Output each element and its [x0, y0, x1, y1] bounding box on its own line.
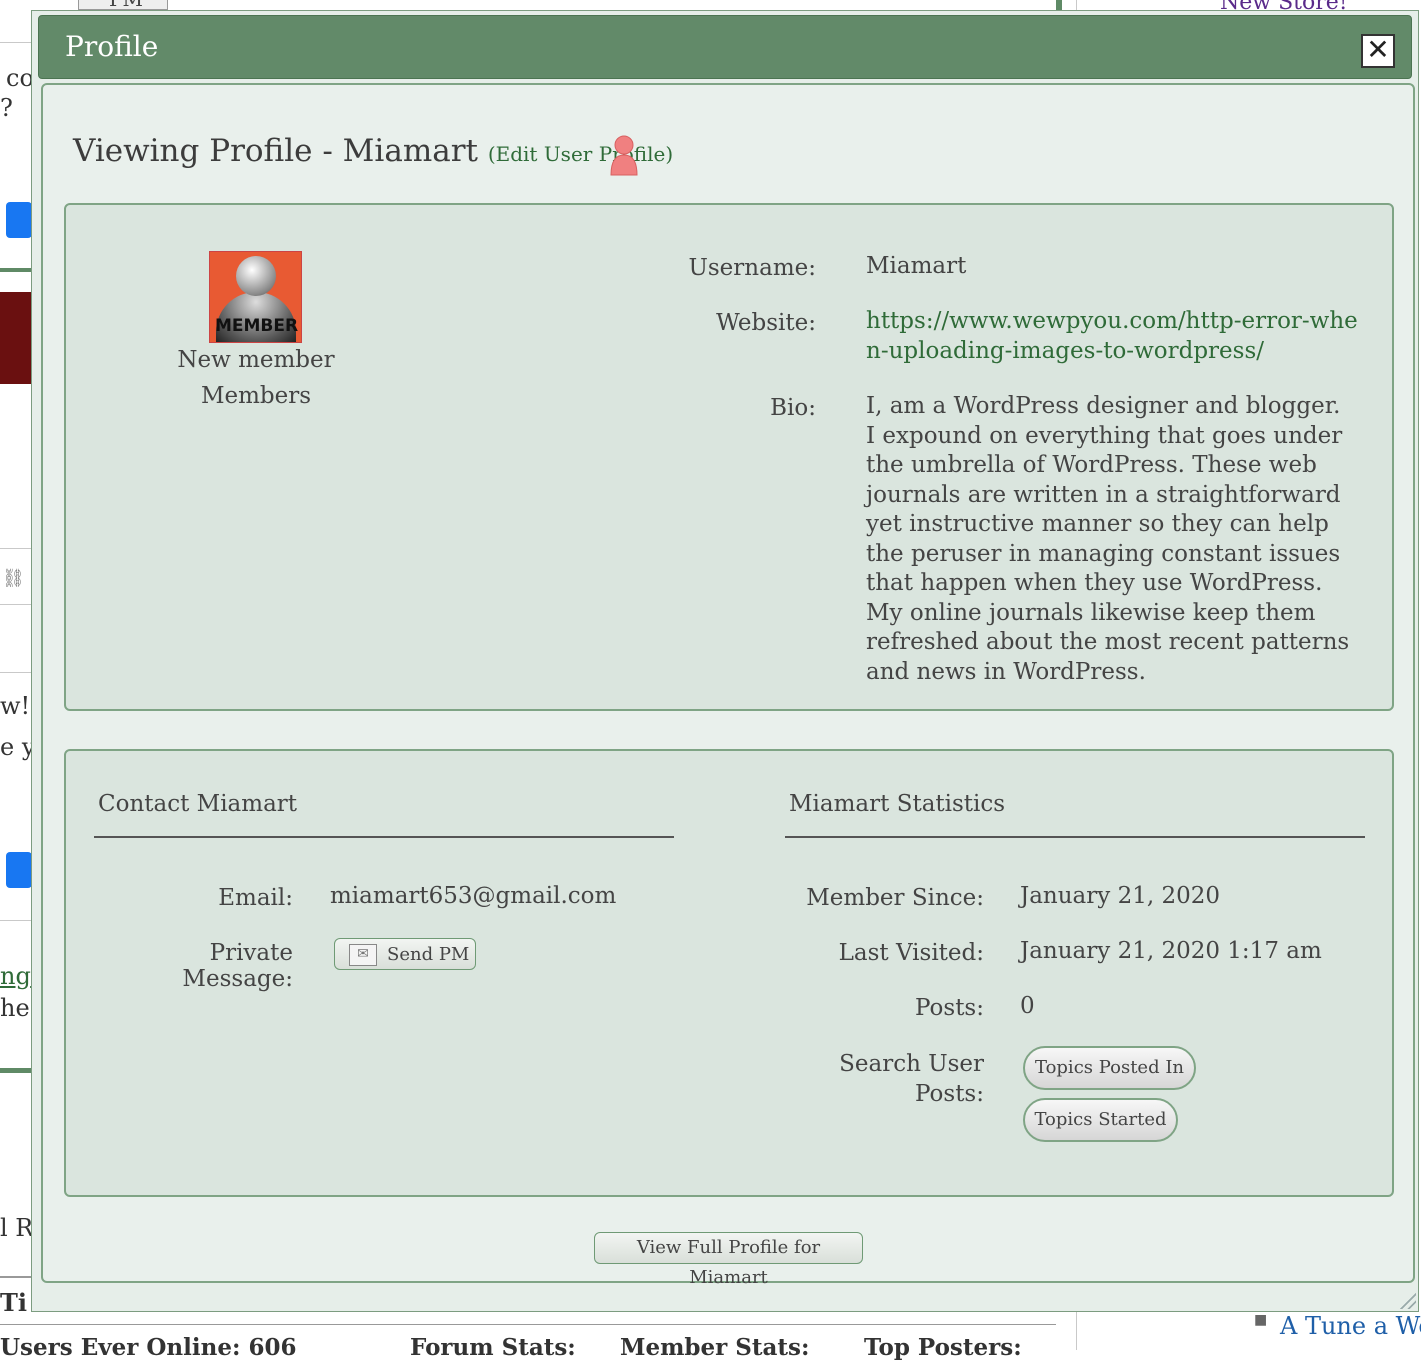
username-label: Username: — [688, 255, 817, 281]
background-divider — [0, 920, 31, 921]
website-link[interactable]: https://www.wewpyou.com/http-error-when-… — [866, 308, 1358, 364]
avatar-head — [236, 256, 276, 296]
topics-started-button[interactable]: Topics Started — [1023, 1098, 1178, 1142]
stats-divider — [785, 836, 1365, 838]
view-full-profile-button[interactable]: View Full Profile for Miamart — [594, 1232, 863, 1288]
background-text: Ti — [0, 1288, 27, 1317]
posts-value: 0 — [1020, 993, 1035, 1019]
private-message-label: Private Message: — [182, 940, 293, 992]
background-divider — [0, 1324, 1056, 1325]
envelope-icon: ✉ — [349, 944, 377, 966]
background-image — [0, 292, 31, 384]
background-link[interactable]: ng — [0, 962, 31, 990]
background-share-button[interactable] — [6, 852, 32, 888]
profile-info-panel: MEMBER New member Members Username: Miam… — [64, 203, 1394, 711]
avatar: MEMBER — [209, 251, 302, 343]
background-text: w! — [0, 692, 31, 720]
email-label: Email: — [218, 885, 293, 911]
avatar-label: MEMBER — [214, 316, 299, 336]
send-pm-label: Send PM — [387, 944, 470, 965]
dialog-title-bar[interactable]: Profile ✕ — [38, 15, 1412, 79]
email-value[interactable]: miamart653@gmail.com — [330, 882, 616, 912]
background-text: Top Posters: — [864, 1334, 1022, 1361]
profile-heading: Viewing Profile - Miamart (Edit User Pro… — [73, 133, 673, 169]
search-user-posts-label: Search User Posts: — [839, 1051, 984, 1107]
posts-label: Posts: — [915, 995, 984, 1021]
close-icon[interactable]: ✕ — [1361, 34, 1395, 68]
member-since-value: January 21, 2020 — [1020, 883, 1220, 909]
member-since-label: Member Since: — [806, 885, 984, 911]
link-icon[interactable]: ⛓ — [2, 568, 25, 589]
background-text: ? — [0, 94, 13, 122]
edit-profile-link[interactable]: (Edit User Profile) — [488, 142, 673, 166]
background-border — [0, 1068, 31, 1073]
contact-stats-panel: Contact Miamart Email: miamart653@gmail.… — [64, 749, 1394, 1197]
background-text: Users Ever Online: 606 — [0, 1334, 297, 1361]
profile-heading-text: Viewing Profile - Miamart — [73, 133, 478, 169]
bullet-icon: ■ — [1254, 1312, 1268, 1328]
sidebar-link[interactable]: A Tune a Wee — [1280, 1312, 1421, 1340]
resize-handle[interactable] — [1398, 1291, 1416, 1309]
website-label: Website: — [716, 310, 816, 336]
profile-dialog: Profile ✕ Viewing Profile - Miamart (Edi… — [31, 10, 1419, 1312]
username-value: Miamart — [866, 253, 967, 279]
user-group: Members — [200, 383, 312, 409]
contact-divider — [94, 836, 674, 838]
background-text: co — [6, 64, 34, 92]
dialog-body: Viewing Profile - Miamart (Edit User Pro… — [41, 83, 1415, 1288]
background-text: l R — [0, 1214, 34, 1242]
background-divider — [0, 42, 31, 43]
background-divider — [0, 672, 31, 673]
last-visited-label: Last Visited: — [838, 940, 984, 966]
stats-title: Miamart Statistics — [789, 791, 1006, 817]
background-share-button[interactable] — [6, 202, 32, 238]
background-pm-button[interactable]: PM — [78, 0, 168, 11]
website-value: https://www.wewpyou.com/http-error-when-… — [866, 307, 1366, 366]
background-divider — [0, 604, 31, 605]
background-text: Forum Stats: — [410, 1334, 576, 1361]
background-border — [0, 268, 31, 272]
user-rank: New member — [177, 347, 335, 373]
last-visited-value: January 21, 2020 1:17 am — [1020, 938, 1322, 964]
dialog-title: Profile — [65, 30, 159, 63]
send-pm-button[interactable]: ✉ Send PM — [334, 938, 476, 970]
bio-label: Bio: — [770, 395, 816, 421]
bio-value: I, am a WordPress designer and blogger. … — [866, 393, 1350, 685]
background-text: Member Stats: — [620, 1334, 810, 1361]
user-icon — [610, 135, 638, 176]
background-divider — [0, 548, 31, 549]
topics-posted-in-button[interactable]: Topics Posted In — [1023, 1046, 1196, 1090]
background-text: he — [0, 994, 30, 1022]
contact-title: Contact Miamart — [98, 791, 298, 817]
